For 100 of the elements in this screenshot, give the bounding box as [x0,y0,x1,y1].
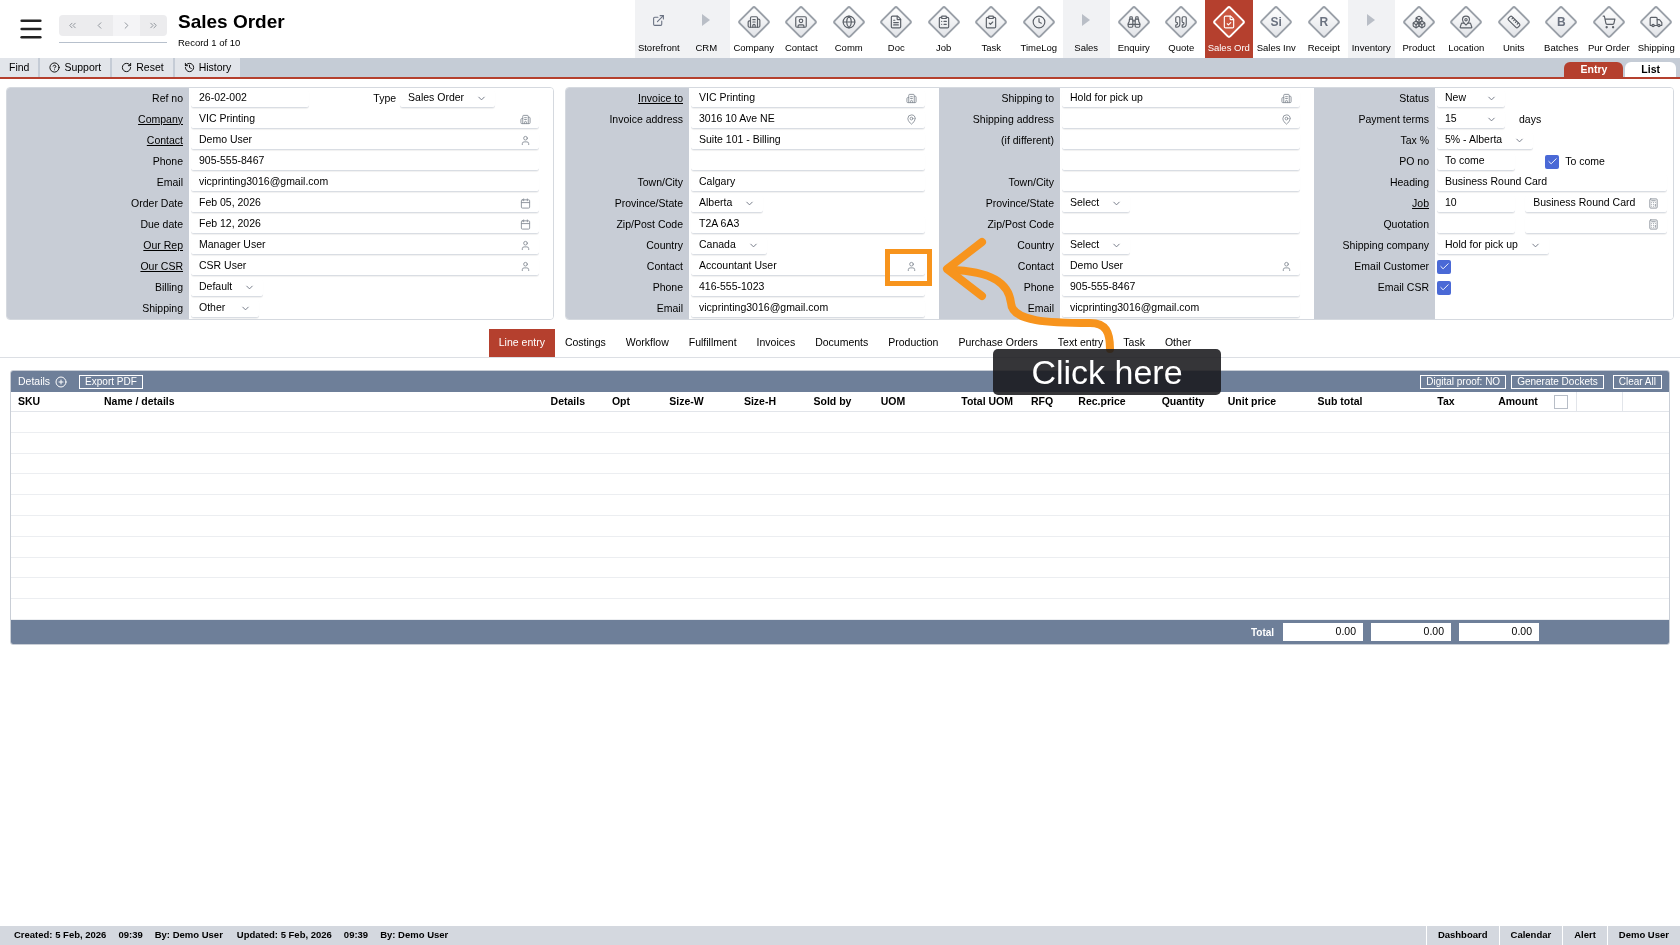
field-label: Phone [1023,279,1054,295]
text-field[interactable] [1062,152,1300,171]
text-field[interactable]: 905-555-8467 [191,152,539,171]
select-all-checkbox[interactable] [1553,394,1568,409]
text-field[interactable]: Calgary [691,173,925,192]
text-field[interactable]: T2A 6A3 [691,215,925,234]
field-label: Heading [1389,174,1429,190]
text-field[interactable]: 905-555-8467 [1062,278,1300,297]
status-text: 09:39 [343,928,369,943]
checkbox[interactable] [1437,280,1451,295]
text-field[interactable]: Business Round Card [1437,173,1667,192]
lookup-field[interactable]: Hold for pick up [1062,89,1300,108]
lookup-field[interactable]: Feb 12, 2026 [191,215,539,234]
module-button[interactable]: CRM [682,0,730,58]
toolbar-button[interactable]: Generate Dockets [1511,374,1604,389]
toolbar-button[interactable]: History [174,58,241,77]
text-field[interactable]: Suite 101 - Billing [691,131,925,150]
field-label: Email [156,174,183,190]
dropdown[interactable]: Other [191,299,259,318]
field-label: Shipping to [1001,90,1054,106]
next-record-button[interactable] [113,15,140,36]
status-bar-button[interactable]: Calendar [1498,926,1563,945]
lookup-field[interactable]: Business Round Card [1525,194,1667,213]
field-label: Invoice address [609,111,683,127]
text-field[interactable]: 416-555-1023 [691,278,925,297]
text-field[interactable]: 10 [1437,194,1516,213]
field-label: Shipping address [972,111,1054,127]
text-field[interactable]: vicprinting3016@gmail.com [191,173,539,192]
toolbar-button[interactable]: Find [0,58,39,77]
column-header: Sub total [1316,393,1364,409]
module-button[interactable]: Storefront [635,0,683,58]
dropdown[interactable]: Canada [691,236,767,255]
text-field[interactable]: vicprinting3016@gmail.com [691,299,925,318]
dropdown[interactable]: Hold for pick up [1437,236,1549,255]
toolbar-button[interactable]: Support [40,58,111,77]
lookup-field[interactable]: Feb 05, 2026 [191,194,539,213]
lookup-field[interactable]: Manager User [191,236,539,255]
status-text: 09:39 [118,928,143,943]
checkbox[interactable] [1545,154,1560,169]
toolbar-button[interactable]: Clear All [1612,374,1662,389]
status-bar-button[interactable]: Dashboard [1425,926,1499,945]
text-field[interactable] [1062,131,1300,150]
field-label: Email Customer [1354,258,1429,274]
person-icon [520,260,531,272]
view-tab[interactable]: Entry [1564,62,1624,77]
field-label: Province/State [985,195,1054,211]
total-label: Total [1251,625,1275,640]
person-icon [520,134,531,146]
field-label: Country [1017,237,1054,253]
dropdown[interactable]: Select [1062,236,1131,255]
lookup-field[interactable]: VIC Printing [691,89,925,108]
add-icon[interactable] [55,375,68,388]
lookup-field[interactable]: 3016 10 Ave NE [691,110,925,129]
dropdown[interactable]: Default [191,278,264,297]
field-label: Billing [155,279,183,295]
person-icon [1281,260,1292,272]
text-field[interactable] [1437,215,1516,234]
field-label: Status [1399,90,1429,106]
toolbar-button[interactable]: Export PDF [79,374,143,389]
field-link[interactable]: Job [1412,195,1429,212]
field-link[interactable]: Invoice to [638,90,683,107]
column-header: UOM [879,393,907,409]
view-tab[interactable]: List [1625,62,1676,77]
module-button[interactable]: Sales [1062,0,1110,58]
triangle-icon [1082,13,1091,26]
field-label: Zip/Post Code [616,216,683,232]
triangle-icon [702,13,711,26]
text-field[interactable]: 26-02-002 [191,89,310,108]
field-link[interactable]: Contact [146,132,183,149]
toolbar-button[interactable]: Digital proof: NO [1420,374,1507,389]
text-field[interactable] [691,152,925,171]
lookup-field[interactable]: CSR User [191,257,539,276]
lookup-field[interactable]: Demo User [1062,257,1300,276]
field-link[interactable]: Company [138,111,183,128]
dropdown[interactable]: 5% - Alberta [1437,131,1534,150]
lookup-field[interactable]: Demo User [191,131,539,150]
dropdown[interactable]: Alberta [691,194,764,213]
lookup-field[interactable]: Accountant User [691,257,925,276]
dropdown[interactable]: New [1437,89,1505,108]
dropdown[interactable]: Sales Order [400,89,496,108]
dropdown[interactable]: 15 [1437,110,1505,129]
person-icon [520,239,531,251]
text-field[interactable] [1062,173,1300,192]
text-field[interactable]: vicprinting3016@gmail.com [1062,299,1300,318]
field-link[interactable]: Our Rep [143,237,183,254]
text-field[interactable]: To come [1437,152,1516,171]
dropdown[interactable]: Select [1062,194,1131,213]
field-label: Shipping company [1342,237,1429,253]
field-label: Email [1027,300,1054,316]
building-icon [906,92,917,104]
module-button[interactable]: Inventory [1347,0,1395,58]
status-bar-button[interactable]: Demo User [1606,926,1680,945]
lookup-field[interactable]: VIC Printing [191,110,539,129]
status-bar-button[interactable]: Alert [1562,926,1607,945]
detail-tab[interactable]: Line entry [488,329,555,357]
toolbar-button[interactable]: Reset [112,58,173,77]
lookup-field[interactable] [1062,110,1300,129]
field-link[interactable]: Our CSR [140,258,183,275]
module-button[interactable]: Sales Ord [1205,0,1253,58]
checkbox[interactable] [1437,259,1451,274]
